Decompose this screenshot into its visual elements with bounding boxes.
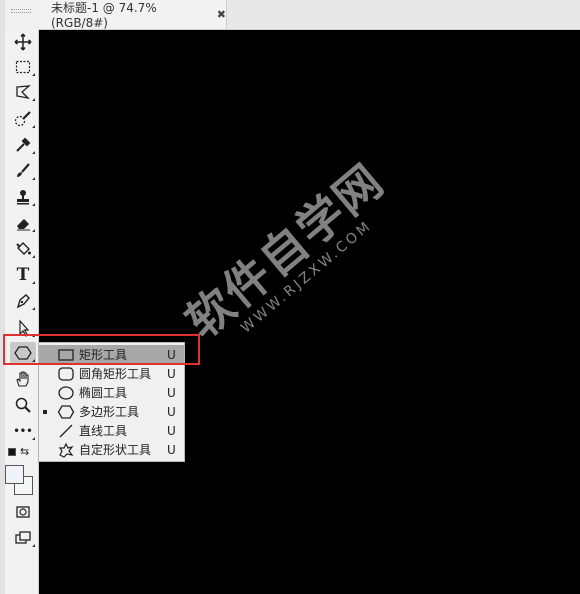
ellipsis-icon: •••: [13, 425, 33, 437]
quick-mask-tool[interactable]: [10, 501, 36, 523]
custom-shape-icon: [58, 442, 74, 458]
eraser-tool[interactable]: [10, 212, 36, 234]
screen-mode-icon: [15, 531, 31, 544]
rectangle-icon: [58, 348, 74, 361]
flyout-item-line[interactable]: 直线工具 U: [39, 421, 184, 440]
flyout-item-label: 圆角矩形工具: [79, 367, 152, 381]
eyedropper-tool[interactable]: [10, 134, 36, 156]
flyout-item-label: 多边形工具: [79, 405, 140, 419]
brush-tool[interactable]: [10, 160, 36, 182]
default-colors-icon[interactable]: [8, 448, 16, 456]
rounded-rectangle-icon: [58, 366, 74, 381]
flyout-item-custom-shape[interactable]: 自定形状工具 U: [39, 440, 184, 459]
paint-bucket-icon: [16, 242, 31, 255]
move-icon: [14, 33, 32, 51]
move-tool[interactable]: [10, 31, 36, 53]
document-tab[interactable]: 未标题-1 @ 74.7%(RGB/8#) ✖: [39, 0, 227, 30]
hand-icon: [16, 371, 29, 387]
eraser-icon: [17, 219, 30, 231]
pen-tool[interactable]: [10, 290, 36, 312]
rect-marquee-icon: [15, 60, 31, 74]
pen-icon: [16, 294, 30, 309]
arrow-icon: [19, 319, 30, 337]
flyout-item-shortcut: U: [167, 442, 176, 457]
hand-tool[interactable]: [10, 368, 36, 390]
flyout-item-rounded-rectangle[interactable]: 圆角矩形工具 U: [39, 364, 184, 383]
screen-mode-tool[interactable]: [10, 527, 36, 549]
close-icon[interactable]: ✖: [217, 8, 226, 21]
type-icon: T: [16, 265, 30, 285]
stamp-icon: [17, 190, 29, 205]
flyout-item-shortcut: U: [167, 404, 176, 419]
more-tools[interactable]: •••: [10, 420, 36, 442]
quick-select-icon: [14, 111, 31, 127]
polygon-icon: [57, 404, 75, 419]
flyout-item-shortcut: U: [167, 385, 176, 400]
document-tab-title: 未标题-1 @ 74.7%(RGB/8#): [51, 1, 157, 30]
toolbar-grip[interactable]: [5, 0, 38, 29]
foreground-color-swatch[interactable]: [5, 465, 24, 484]
flyout-item-label: 自定形状工具: [79, 443, 152, 457]
shape-tool-flyout: 矩形工具 U 圆角矩形工具 U 椭圆工具 U 多边形工具 U 直线工具 U 自定…: [38, 342, 185, 462]
brush-icon: [17, 163, 30, 177]
flyout-item-label: 椭圆工具: [79, 386, 128, 400]
flyout-item-label: 直线工具: [79, 424, 128, 438]
tools-panel: T ••• ⇆: [5, 29, 39, 594]
path-select-tool[interactable]: [10, 317, 36, 339]
ellipse-icon: [58, 385, 74, 400]
line-icon: [59, 424, 73, 437]
quick-mask-icon: [16, 506, 30, 518]
lasso-tool[interactable]: [10, 81, 36, 103]
lasso-icon: [16, 85, 31, 100]
stamp-tool[interactable]: [10, 186, 36, 208]
document-tab-bar: 未标题-1 @ 74.7%(RGB/8#) ✖: [39, 0, 580, 30]
zoom-tool[interactable]: [10, 394, 36, 416]
quick-select-tool[interactable]: [10, 108, 36, 130]
color-swatches: [5, 465, 38, 497]
type-tool[interactable]: T: [10, 264, 36, 286]
flyout-item-shortcut: U: [167, 423, 176, 438]
eyedropper-icon: [16, 137, 31, 152]
swap-colors-icon[interactable]: ⇆: [20, 445, 29, 458]
flyout-item-shortcut: U: [167, 347, 176, 362]
hexagon-icon: [14, 346, 32, 360]
shape-tool[interactable]: [10, 342, 36, 364]
document-canvas[interactable]: [39, 30, 580, 594]
flyout-item-rectangle[interactable]: 矩形工具 U: [39, 345, 184, 364]
flyout-item-shortcut: U: [167, 366, 176, 381]
flyout-item-ellipse[interactable]: 椭圆工具 U: [39, 383, 184, 402]
current-tool-bullet: [43, 409, 47, 414]
paint-bucket-tool[interactable]: [10, 238, 36, 260]
marquee-tool[interactable]: [10, 56, 36, 78]
color-controls: ⇆: [5, 444, 38, 462]
magnifier-icon: [15, 397, 31, 413]
flyout-item-label: 矩形工具: [79, 348, 128, 362]
flyout-item-polygon[interactable]: 多边形工具 U: [39, 402, 184, 421]
